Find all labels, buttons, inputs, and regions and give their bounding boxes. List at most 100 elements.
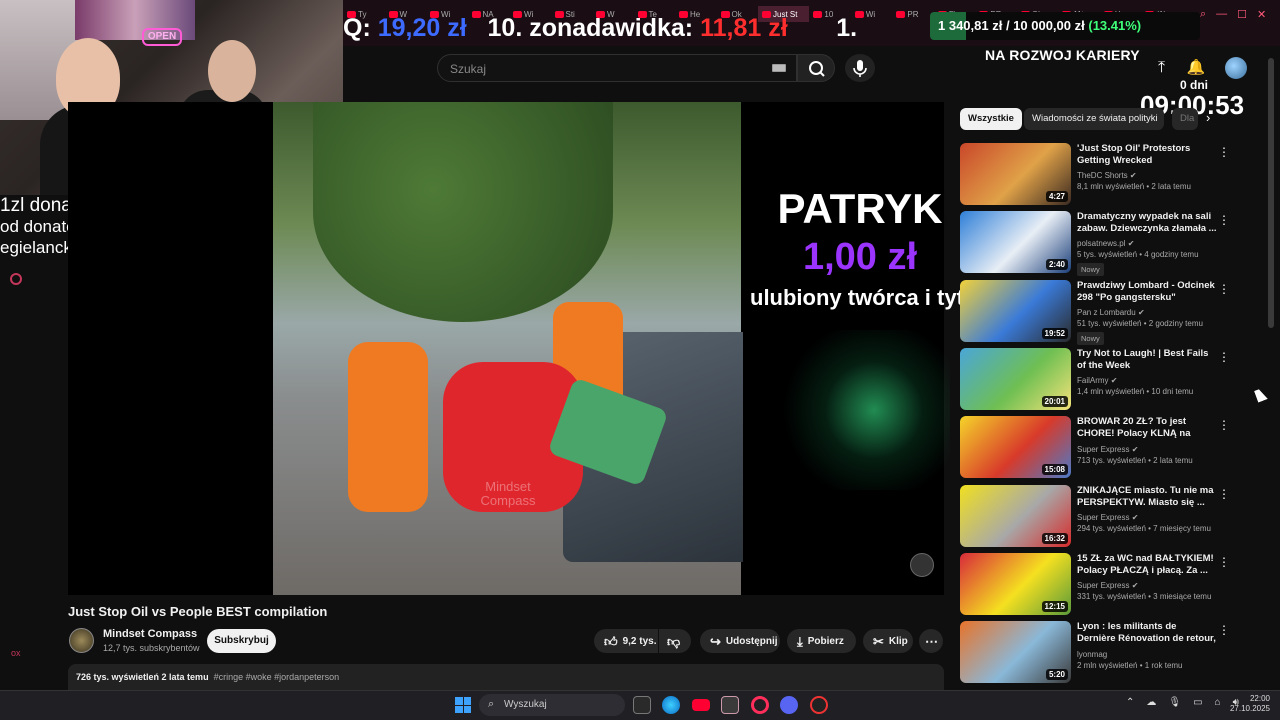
video-duration: 19:52 bbox=[1041, 327, 1068, 339]
verified-icon: ✔ bbox=[1131, 445, 1139, 455]
video-card-title[interactable]: Dramatyczny wypadek na sali zabaw. Dziew… bbox=[1077, 211, 1217, 235]
video-card-channel[interactable]: Super Express ✔ bbox=[1077, 445, 1217, 454]
video-card-title[interactable]: Lyon : les militants de Dernière Rénovat… bbox=[1077, 621, 1217, 646]
video-card-channel[interactable]: TheDC Shorts ✔ bbox=[1077, 171, 1217, 180]
windows-start-icon[interactable] bbox=[455, 697, 471, 713]
notification-bell-icon[interactable]: 🔔 bbox=[1186, 58, 1206, 76]
video-card-channel[interactable]: lyonmag bbox=[1077, 650, 1217, 659]
chip-all[interactable]: Wszystkie bbox=[960, 108, 1022, 130]
more-options-icon[interactable]: ⋮ bbox=[1218, 487, 1230, 501]
video-card-title[interactable]: 'Just Stop Oil' Protestors Getting Wreck… bbox=[1077, 143, 1217, 167]
related-video-card[interactable]: 16:32 ZNIKAJĄCE miasto. Tu nie ma PERSPEK… bbox=[960, 484, 1265, 549]
related-video-card[interactable]: 19:52 Prawdziwy Lombard - Odcinek 298 "Po… bbox=[960, 279, 1265, 345]
video-tree bbox=[313, 102, 613, 322]
more-options-icon[interactable]: ⋮ bbox=[1218, 282, 1230, 296]
video-card-title[interactable]: Prawdziwy Lombard - Odcinek 298 "Po gang… bbox=[1077, 280, 1217, 304]
network-icon[interactable]: ⌂ bbox=[1215, 697, 1221, 708]
chip-politics-news[interactable]: Wiadomości ze świata polityki bbox=[1024, 108, 1164, 130]
verified-icon: ✔ bbox=[1127, 239, 1135, 249]
voice-search-button[interactable] bbox=[845, 54, 875, 82]
microphone-icon[interactable]: 🎙︎ bbox=[1168, 697, 1181, 708]
chevron-right-icon[interactable]: › bbox=[1206, 110, 1210, 125]
like-button[interactable]: 👍︎ 9,2 tys. bbox=[594, 629, 658, 653]
new-badge: Nowy bbox=[1077, 263, 1104, 277]
search-button[interactable] bbox=[797, 54, 835, 82]
video-thumbnail[interactable]: 19:52 bbox=[960, 279, 1071, 342]
video-duration: 4:27 bbox=[1045, 191, 1068, 202]
video-card-title[interactable]: Try Not to Laugh! | Best Fails of the We… bbox=[1077, 348, 1217, 372]
chip-for-you[interactable]: Dla bbox=[1172, 108, 1198, 130]
share-label: Udostępnij bbox=[725, 635, 778, 647]
video-description[interactable]: 726 tys. wyświetleń 2 lata temu #cringe … bbox=[68, 664, 944, 690]
more-options-icon[interactable]: ⋮ bbox=[1218, 213, 1230, 227]
upload-icon[interactable]: ⤒ bbox=[1158, 60, 1174, 76]
youtube-app-icon[interactable] bbox=[692, 699, 710, 711]
search-input[interactable]: Szukaj bbox=[437, 54, 797, 82]
related-video-card[interactable]: 2:40 Dramatyczny wypadek na sali zabaw. D… bbox=[960, 211, 1265, 277]
snipping-tool-icon[interactable] bbox=[721, 696, 739, 714]
video-thumbnail[interactable]: 4:27 bbox=[960, 143, 1071, 205]
related-video-card[interactable]: 15:08 BROWAR 20 ZŁ? To jest CHORE! Polacy… bbox=[960, 416, 1265, 480]
more-actions-button[interactable]: ⋯ bbox=[919, 629, 943, 653]
channel-name: Super Express bbox=[1077, 445, 1130, 455]
video-card-channel[interactable]: Pan z Lombardu ✔ bbox=[1077, 308, 1217, 317]
close-icon[interactable]: ✕ bbox=[1257, 8, 1266, 22]
thumbs-down-icon: 👎︎ bbox=[667, 633, 681, 649]
video-protester-1 bbox=[348, 342, 428, 512]
more-options-icon[interactable]: ⋮ bbox=[1218, 145, 1230, 159]
video-card-title[interactable]: 15 ZŁ za WC nad BAŁTYKIEM! Polacy PŁACZĄ… bbox=[1077, 553, 1217, 577]
minimize-icon[interactable]: — bbox=[1216, 8, 1227, 22]
app-icon[interactable] bbox=[810, 696, 828, 714]
video-thumbnail[interactable]: 16:32 bbox=[960, 484, 1071, 547]
cloud-icon[interactable]: ☁ bbox=[1146, 697, 1156, 708]
video-meta: BROWAR 20 ZŁ? To jest CHORE! Polacy KLNĄ… bbox=[1077, 416, 1217, 465]
dislike-button[interactable]: 👎︎ bbox=[659, 629, 691, 653]
channel-watermark-icon[interactable] bbox=[910, 553, 934, 577]
clip-button[interactable]: ✂ Klip bbox=[863, 629, 913, 653]
opera-browser-icon[interactable] bbox=[751, 696, 769, 714]
edge-browser-icon[interactable] bbox=[662, 696, 680, 714]
video-card-channel[interactable]: polsatnews.pl ✔ bbox=[1077, 239, 1217, 248]
download-button[interactable]: ⤓ Pobierz bbox=[787, 629, 856, 653]
taskbar-clock[interactable]: 22:00 27.10.2025 bbox=[1222, 694, 1270, 714]
video-duration: 20:01 bbox=[1041, 395, 1068, 407]
video-tags[interactable]: #cringe #woke #jordanpeterson bbox=[214, 672, 340, 682]
related-video-card[interactable]: 4:27 'Just Stop Oil' Protestors Getting W… bbox=[960, 143, 1265, 207]
video-card-channel[interactable]: FailArmy ✔ bbox=[1077, 376, 1217, 385]
video-thumbnail[interactable]: 5:20 bbox=[960, 621, 1071, 684]
subscribe-button[interactable]: Subskrybuj bbox=[207, 629, 276, 653]
more-options-icon[interactable]: ⋮ bbox=[1218, 350, 1230, 364]
maximize-icon[interactable]: ☐ bbox=[1237, 8, 1247, 22]
chevron-up-icon[interactable]: ⌃ bbox=[1126, 697, 1134, 708]
video-thumbnail[interactable]: 12:15 bbox=[960, 552, 1071, 615]
video-thumbnail[interactable]: 15:08 bbox=[960, 416, 1071, 479]
share-button[interactable]: ↪ Udostępnij bbox=[700, 629, 780, 653]
more-options-icon[interactable]: ⋮ bbox=[1218, 623, 1230, 637]
search-icon bbox=[809, 61, 825, 77]
video-card-views: 294 tys. wyświetleń • 7 miesięcy temu bbox=[1077, 523, 1211, 533]
related-video-card[interactable]: 12:15 15 ZŁ za WC nad BAŁTYKIEM! Polacy P… bbox=[960, 552, 1265, 617]
keyboard-icon[interactable] bbox=[772, 64, 786, 72]
related-video-card[interactable]: 5:20 Lyon : les militants de Dernière Rén… bbox=[960, 621, 1265, 685]
video-card-title[interactable]: ZNIKAJĄCE miasto. Tu nie ma PERSPEKTYW. … bbox=[1077, 485, 1217, 509]
display-icon[interactable]: ▭ bbox=[1193, 697, 1202, 708]
discord-icon[interactable] bbox=[780, 696, 798, 714]
video-thumbnail[interactable]: 2:40 bbox=[960, 211, 1071, 274]
video-card-title[interactable]: BROWAR 20 ZŁ? To jest CHORE! Polacy KLNĄ… bbox=[1077, 416, 1217, 441]
taskbar-search-input[interactable]: ⌕ Wyszukaj bbox=[479, 694, 625, 716]
search-icon[interactable]: ⌕ bbox=[1200, 8, 1206, 22]
account-avatar[interactable] bbox=[1225, 57, 1247, 79]
more-options-icon[interactable]: ⋮ bbox=[1218, 555, 1230, 569]
more-options-icon[interactable]: ⋮ bbox=[1218, 418, 1230, 432]
video-card-channel[interactable]: Super Express ✔ bbox=[1077, 581, 1217, 590]
task-view-icon[interactable] bbox=[633, 696, 651, 714]
taskbar-time: 22:00 bbox=[1249, 694, 1270, 703]
clip-label: Klip bbox=[888, 635, 908, 647]
page-scrollbar[interactable] bbox=[1268, 58, 1274, 328]
video-thumbnail[interactable]: 20:01 bbox=[960, 347, 1071, 410]
video-card-channel[interactable]: Super Express ✔ bbox=[1077, 513, 1217, 522]
related-video-card[interactable]: 20:01 Try Not to Laugh! | Best Fails of t… bbox=[960, 347, 1265, 412]
alert-caption: ulubiony twórca i tytuł bbox=[750, 285, 984, 310]
channel-avatar[interactable] bbox=[69, 628, 94, 653]
channel-name[interactable]: Mindset Compass bbox=[103, 628, 197, 640]
